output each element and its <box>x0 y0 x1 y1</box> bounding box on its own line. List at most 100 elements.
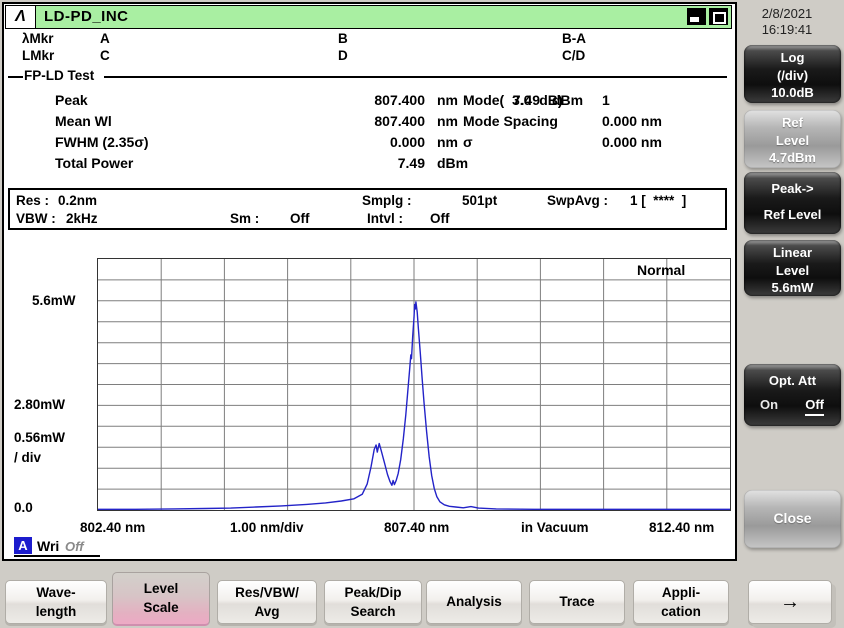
minimize-button[interactable] <box>687 8 706 25</box>
fnkey-analysis[interactable]: Analysis <box>426 580 522 624</box>
fnkey-res-vbw-line1: Res/VBW/ <box>235 584 299 602</box>
peak-label: Peak <box>55 92 88 108</box>
close-button[interactable]: Close <box>744 490 841 548</box>
marker-b-a-label: B-A <box>562 31 586 46</box>
softkey-linear-level[interactable]: Linear Level 5.6mW <box>744 240 841 296</box>
trace-write-mode-label: Wri <box>37 538 59 554</box>
anritsu-logo: Λ <box>6 6 36 28</box>
x-axis-medium-label: in Vacuum <box>521 520 589 535</box>
softkey-ref-line3: 4.7dBm <box>744 149 841 167</box>
softkey-peak-to-ref-level[interactable]: Peak-> Ref Level <box>744 172 841 234</box>
fnkey-level-scale[interactable]: Level Scale <box>112 572 210 626</box>
res-label: Res : <box>16 193 49 208</box>
softkey-log-line2: (/div) <box>744 67 841 85</box>
fnkey-application[interactable]: Appli- cation <box>633 580 729 624</box>
mode-spacing-value: 0.000 nm <box>602 113 662 129</box>
fnkey-trace[interactable]: Trace <box>529 580 625 624</box>
total-power-value: 7.49 <box>300 155 425 171</box>
window-titlebar: Λ LD-PD_INC <box>5 5 732 29</box>
marker-c-d-label: C/D <box>562 48 585 63</box>
mode-spacing-label: Mode Spacing <box>463 113 558 129</box>
sampling-label: Smplg : <box>362 193 412 208</box>
fnkey-analysis-label: Analysis <box>446 593 502 611</box>
datetime-display: 2/8/2021 16:19:41 <box>742 6 832 38</box>
fnkey-peak-dip-search[interactable]: Peak/Dip Search <box>324 580 422 624</box>
fnkey-trace-label: Trace <box>559 593 594 611</box>
analysis-mode-label: FP-LD Test <box>24 68 94 83</box>
interval-label: Intvl : <box>367 211 403 226</box>
x-axis-per-div-label: 1.00 nm/div <box>230 520 304 535</box>
fnkey-res-vbw-avg[interactable]: Res/VBW/ Avg <box>217 580 317 624</box>
softkey-optical-attenuator[interactable]: Opt. Att On Off <box>744 364 841 426</box>
vbw-label: VBW : <box>16 211 56 226</box>
fnkey-level-scale-line2: Scale <box>143 599 178 617</box>
total-power-unit: dBm <box>437 155 468 171</box>
softkey-ref-level[interactable]: Ref Level 4.7dBm <box>744 110 841 168</box>
marker-a-label: A <box>100 31 110 46</box>
spectrum-plot-area <box>97 258 731 511</box>
maximize-button[interactable] <box>709 8 728 25</box>
fnkey-peak-dip-line1: Peak/Dip <box>344 584 401 602</box>
softkey-log-line3: 10.0dB <box>744 84 841 102</box>
softkey-peakref-line1: Peak-> <box>744 176 841 202</box>
sampling-value: 501pt <box>462 193 497 208</box>
fnkey-wavelength[interactable]: Wave- length <box>5 580 107 624</box>
total-power-label: Total Power <box>55 155 133 171</box>
date-label: 2/8/2021 <box>742 6 832 22</box>
peak-wavelength-value: 807.400 <box>300 92 425 108</box>
osa-application: Λ LD-PD_INC λMkr A B B-A LMkr C D C/D FP… <box>0 0 844 628</box>
opt-att-title: Opt. Att <box>744 373 841 388</box>
fnkey-res-vbw-line2: Avg <box>254 603 279 621</box>
marker-b-label: B <box>338 31 348 46</box>
softkey-linear-line2: Level <box>744 262 841 280</box>
x-axis-start-label: 802.40 nm <box>80 520 145 535</box>
y-axis-mid-label: 2.80mW <box>14 397 65 412</box>
level-marker-label: LMkr <box>22 48 54 63</box>
fnkey-next-page[interactable]: → <box>748 580 832 624</box>
softkey-log-per-div[interactable]: Log (/div) 10.0dB <box>744 45 841 103</box>
marker-c-label: C <box>100 48 110 63</box>
trace-status-indicator[interactable]: A Wri Off <box>14 537 100 557</box>
fnkey-level-scale-line1: Level <box>144 580 179 598</box>
spectrum-trace-chart <box>98 259 730 510</box>
trace-a-badge: A <box>14 537 32 554</box>
opt-att-off-option[interactable]: Off <box>805 397 824 416</box>
smoothing-label: Sm : <box>230 211 259 226</box>
softkey-linear-line1: Linear <box>744 244 841 262</box>
trace-off-state-label: Off <box>65 539 84 554</box>
fnkey-application-line1: Appli- <box>662 584 700 602</box>
next-page-arrow-icon: → <box>780 593 800 611</box>
sweep-avg-value: 1 [ **** ] <box>630 193 686 208</box>
mean-wl-unit: nm <box>437 113 458 129</box>
fwhm-label: FWHM (2.35σ) <box>55 134 149 150</box>
res-value: 0.2nm <box>58 193 97 208</box>
fwhm-value: 0.000 <box>300 134 425 150</box>
softkey-log-line1: Log <box>744 49 841 67</box>
sigma-label: σ <box>463 134 473 150</box>
mode-count-value: 1 <box>602 92 610 108</box>
time-label: 16:19:41 <box>742 22 832 38</box>
opt-att-on-option[interactable]: On <box>760 397 778 412</box>
fnkey-application-line2: cation <box>661 603 701 621</box>
x-axis-center-label: 807.40 nm <box>384 520 449 535</box>
vbw-value: 2kHz <box>66 211 98 226</box>
fnkey-peak-dip-line2: Search <box>350 603 395 621</box>
mean-wl-label: Mean Wl <box>55 113 112 129</box>
sigma-value: 0.000 nm <box>602 134 662 150</box>
softkey-ref-line2: Level <box>744 132 841 150</box>
y-axis-per-div-label: / div <box>14 450 41 465</box>
trace-mode-badge: Normal <box>637 262 685 278</box>
y-axis-zero-label: 0.0 <box>14 500 33 515</box>
x-axis-end-label: 812.40 nm <box>649 520 714 535</box>
separator-dash <box>8 76 23 78</box>
wavelength-marker-label: λMkr <box>22 31 54 46</box>
mean-wl-value: 807.400 <box>300 113 425 129</box>
y-axis-fullscale-label: 5.6mW <box>32 293 76 308</box>
interval-value: Off <box>430 211 450 226</box>
softkey-ref-line1: Ref <box>744 114 841 132</box>
fnkey-wavelength-line1: Wave- <box>36 584 75 602</box>
sweep-avg-label: SwpAvg : <box>547 193 608 208</box>
fnkey-wavelength-line2: length <box>36 603 77 621</box>
y-axis-per-div-value: 0.56mW <box>14 430 65 445</box>
separator-line <box>104 76 727 78</box>
